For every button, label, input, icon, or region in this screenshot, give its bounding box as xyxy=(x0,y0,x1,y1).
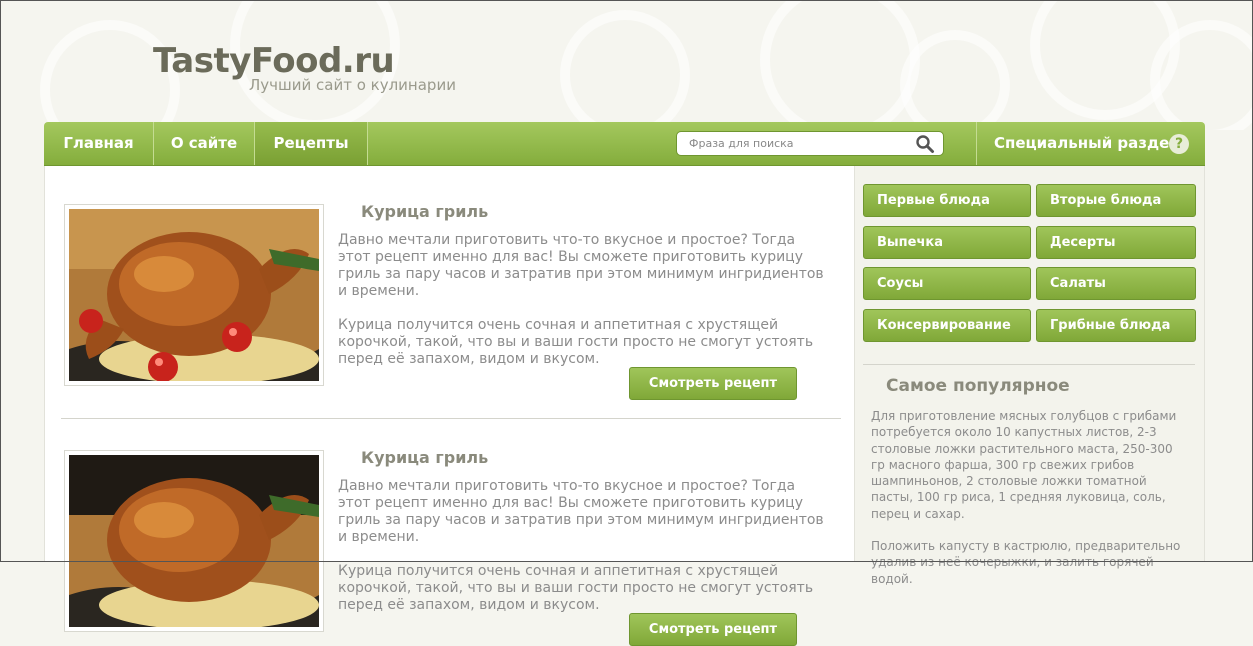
site-subtitle: Лучший сайт о кулинарии xyxy=(249,76,456,94)
recipe-title[interactable]: Курица гриль xyxy=(361,448,488,467)
category-mushroom-dishes[interactable]: Грибные блюда xyxy=(1036,309,1196,342)
recipe-description: Давно мечтали приготовить что-то вкусное… xyxy=(338,478,828,631)
sidebar-divider xyxy=(863,364,1195,365)
category-preserving[interactable]: Консервирование xyxy=(863,309,1031,342)
recipe-thumbnail[interactable] xyxy=(64,450,324,632)
search-icon[interactable] xyxy=(915,134,935,154)
recipe-paragraph: Курица получится очень сочная и аппетитн… xyxy=(338,317,814,367)
roast-chicken-image xyxy=(69,455,319,627)
category-desserts[interactable]: Десерты xyxy=(1036,226,1196,259)
nav-separator xyxy=(976,122,977,165)
category-sauces[interactable]: Соусы xyxy=(863,267,1031,300)
post-divider xyxy=(61,418,841,419)
recipe-description: Давно мечтали приготовить что-то вкусное… xyxy=(338,232,828,385)
view-recipe-button[interactable]: Смотреть рецепт xyxy=(629,367,797,400)
popular-paragraph: Положить капусту в кастрюлю, предварител… xyxy=(871,539,1181,586)
help-icon[interactable]: ? xyxy=(1169,134,1189,154)
popular-text: Для приготовление мясных голубцов с гриб… xyxy=(871,408,1189,603)
search-input[interactable] xyxy=(689,135,909,152)
category-first-courses[interactable]: Первые блюда xyxy=(863,184,1031,217)
recipe-paragraph: Давно мечтали приготовить что-то вкусное… xyxy=(338,232,824,299)
sidebar: Первые блюда Вторые блюда Выпечка Десерт… xyxy=(854,166,1205,586)
category-baking[interactable]: Выпечка xyxy=(863,226,1031,259)
roast-chicken-image xyxy=(69,209,319,381)
nav-item-home[interactable]: Главная xyxy=(44,122,154,165)
recipe-paragraph: Курица получится очень сочная и аппетитн… xyxy=(338,563,814,613)
nav-item-recipes[interactable]: Рецепты xyxy=(255,122,368,165)
recipe-title[interactable]: Курица гриль xyxy=(361,202,488,221)
nav-item-about[interactable]: О сайте xyxy=(154,122,255,165)
site-logo[interactable]: TastyFood.ru Лучший сайт о кулинарии xyxy=(153,40,456,94)
popular-paragraph: Для приготовление мясных голубцов с гриб… xyxy=(871,409,1177,521)
content-area: Курица гриль Давно мечтали приготовить ч… xyxy=(44,166,855,646)
recipe-thumbnail[interactable] xyxy=(64,204,324,386)
recipe-paragraph: Давно мечтали приготовить что-то вкусное… xyxy=(338,478,824,545)
special-section-link[interactable]: Специальный раздел xyxy=(994,122,1180,165)
category-main-courses[interactable]: Вторые блюда xyxy=(1036,184,1196,217)
category-salads[interactable]: Салаты xyxy=(1036,267,1196,300)
popular-heading: Самое популярное xyxy=(886,376,1070,396)
view-recipe-button[interactable]: Смотреть рецепт xyxy=(629,613,797,646)
main-navbar: Главная О сайте Рецепты Специальный разд… xyxy=(44,122,1205,166)
search-box xyxy=(676,131,944,156)
